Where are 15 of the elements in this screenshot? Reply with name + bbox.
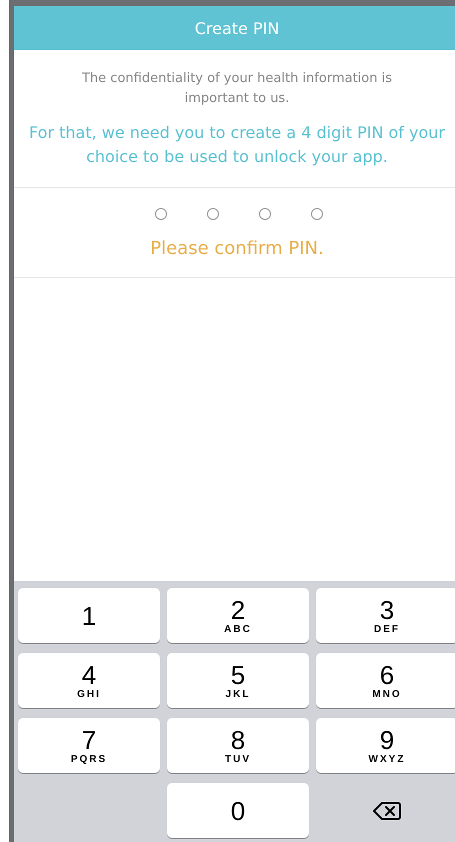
instruction-text: For that, we need you to create a 4 digit PIN of your choice to be used to unlock your app.	[14, 109, 455, 188]
intro-text: The confidentiality of your health information is important to us.	[80, 70, 393, 108]
number-key[interactable]: 4 GHI	[18, 653, 160, 708]
backspace-icon[interactable]	[373, 800, 401, 820]
number-key[interactable]: 9 WXYZ	[316, 718, 455, 773]
number-key[interactable]: 1	[18, 588, 160, 643]
number-key[interactable]: 3 DEF	[316, 588, 455, 643]
number-key[interactable]: 6 MNO	[316, 653, 455, 708]
number-key[interactable]: 8 TUV	[167, 718, 309, 773]
number-key[interactable]: 7 PQRS	[18, 718, 160, 773]
number-key[interactable]: 5 JKL	[167, 653, 309, 708]
number-key[interactable]: 2 ABC	[167, 588, 309, 643]
screen-title: Create PIN	[194, 18, 280, 38]
prompt-text: Please confirm PIN.	[149, 238, 325, 259]
number-key[interactable]: 0	[167, 783, 309, 838]
